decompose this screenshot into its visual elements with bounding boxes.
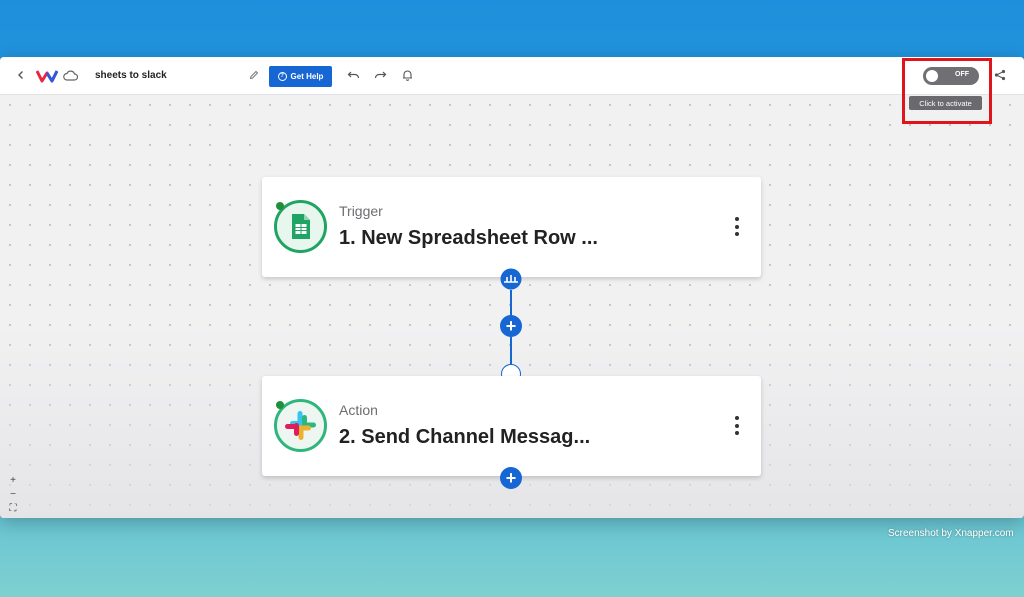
zoom-controls: + − ⛶ [6,474,20,516]
add-step-button[interactable]: + [500,467,522,489]
bell-icon[interactable] [401,68,414,82]
redo-icon[interactable] [373,69,387,81]
kebab-menu-icon[interactable] [734,416,740,435]
connector-line [510,290,512,316]
step-name: 1. New Spreadsheet Row ... [339,227,598,249]
watermark: Screenshot by Xnapper.com [888,528,1014,539]
help-icon: ? [277,72,287,81]
top-toolbar: sheets to slack ? Get Help OFF [0,57,1024,95]
google-sheets-icon [273,199,328,254]
connector-line [510,337,512,364]
pencil-icon[interactable] [248,69,260,81]
kebab-menu-icon[interactable] [734,217,740,236]
workflow-name[interactable]: sheets to slack [95,70,167,81]
get-help-button[interactable]: ? Get Help [269,66,332,87]
branch-node-icon[interactable] [500,268,522,290]
share-icon[interactable] [993,68,1007,82]
slack-icon [273,398,328,453]
zoom-out-button[interactable]: − [6,488,20,502]
zoom-in-button[interactable]: + [6,474,20,488]
step-kind-label: Trigger [339,203,383,219]
step-name: 2. Send Channel Messag... [339,426,591,448]
add-step-button[interactable]: + [500,315,522,337]
logo-icon[interactable] [35,67,59,85]
chevron-left-icon[interactable] [14,68,28,82]
cloud-icon [62,68,78,82]
undo-icon[interactable] [346,69,360,81]
step-card-action[interactable]: Action 2. Send Channel Messag... [262,376,761,476]
step-card-trigger[interactable]: Trigger 1. New Spreadsheet Row ... [262,177,761,277]
get-help-label: Get Help [290,72,324,81]
fit-view-button[interactable]: ⛶ [6,502,20,516]
highlight-box [902,58,992,124]
step-kind-label: Action [339,402,378,418]
